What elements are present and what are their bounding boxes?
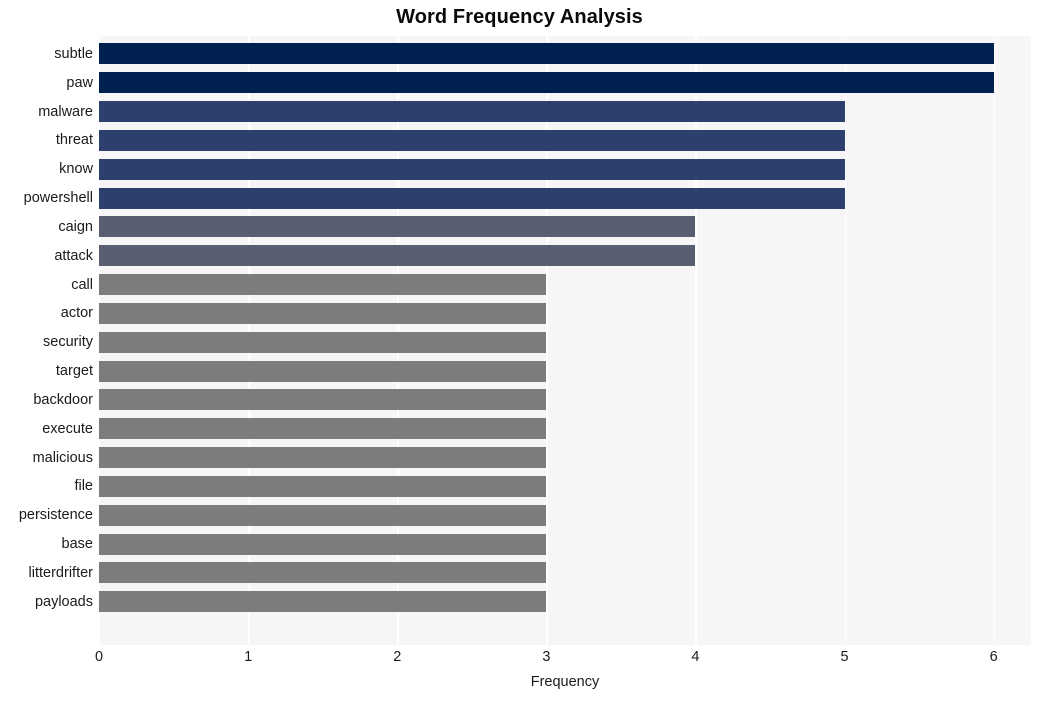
x-axis-tick-label: 3 [542,649,551,665]
x-axis-tick-label: 2 [393,649,402,665]
y-axis-label: know [59,161,93,178]
bar [99,274,547,296]
bar [99,129,845,151]
y-axis-label: target [55,363,93,380]
x-axis-tick-label: 4 [691,649,700,665]
chart-title: Word Frequency Analysis [396,6,643,28]
bar [99,245,696,267]
chart-figure: Word Frequency Analysis subtle paw malware… [0,0,1039,701]
x-axis-tick-labels: 0 1 2 3 4 5 6 [95,649,1031,669]
bar [99,591,547,613]
y-axis-label: execute [42,420,93,437]
plot-area [99,36,1031,645]
y-axis-label: persistence [18,507,93,524]
y-axis-label: paw [66,74,93,91]
x-axis-tick-label: 5 [840,649,849,665]
y-axis-label: litterdrifter [28,564,93,581]
bar [99,562,547,584]
y-axis-label: attack [54,247,93,264]
bar [99,360,547,382]
bar [99,504,547,526]
bar [99,533,547,555]
y-axis-labels: subtle paw malware threat know powershell caig… [0,36,93,645]
y-axis-label: call [71,276,93,293]
y-axis-label: backdoor [33,391,93,408]
bar [99,389,547,411]
y-axis-label: malware [38,103,93,120]
y-axis-label: powershell [23,190,93,207]
x-axis-tick-label: 6 [989,649,998,665]
y-axis-label: base [61,536,93,553]
bar [99,72,994,94]
bar [99,187,845,209]
y-axis-label: payloads [34,593,93,610]
bar [99,43,994,65]
y-axis-label: actor [60,305,93,322]
bar [99,101,845,123]
bar [99,216,696,238]
y-axis-label: caign [58,218,93,235]
bar [99,475,547,497]
x-axis-tick-label: 1 [244,649,253,665]
bar-series [99,36,1031,645]
y-axis-label: malicious [32,449,93,466]
x-axis-title: Frequency [530,674,600,690]
bar [99,302,547,324]
bar [99,418,547,440]
y-axis-label: file [74,478,93,495]
bar [99,158,845,180]
y-axis-label: security [43,334,93,351]
y-axis-label: subtle [54,45,93,62]
y-axis-label: threat [55,132,93,149]
x-axis-tick-label: 0 [94,649,104,665]
bar [99,331,547,353]
bar [99,447,547,469]
